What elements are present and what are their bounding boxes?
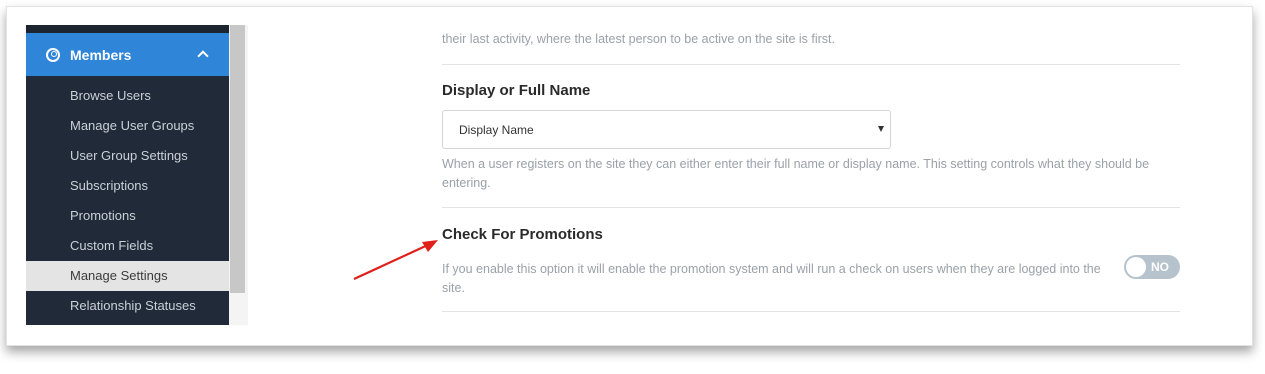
sidebar-menu: Members Browse Users Manage User Groups … bbox=[26, 25, 229, 325]
toggle-knob bbox=[1126, 257, 1146, 277]
promotions-setting-description: If you enable this option it will enable… bbox=[442, 262, 1101, 295]
display-name-select[interactable]: Display Name bbox=[442, 110, 891, 149]
toggle-state-label: NO bbox=[1151, 260, 1169, 274]
sidebar-top-strip bbox=[26, 25, 229, 33]
sidebar-item-browse-users[interactable]: Browse Users bbox=[26, 81, 229, 111]
display-name-setting-title: Display or Full Name bbox=[442, 82, 591, 99]
members-section-header[interactable]: Members bbox=[26, 33, 229, 76]
screenshot-card: Members Browse Users Manage User Groups … bbox=[6, 6, 1253, 346]
caret-down-icon bbox=[878, 126, 884, 132]
sidebar-item-promotions[interactable]: Promotions bbox=[26, 201, 229, 231]
display-name-select-value: Display Name bbox=[459, 122, 534, 137]
annotation-arrow-icon bbox=[353, 240, 438, 280]
admin-sidebar: Members Browse Users Manage User Groups … bbox=[26, 25, 248, 325]
section-divider bbox=[442, 64, 1180, 65]
section-divider bbox=[442, 207, 1180, 208]
promotions-toggle[interactable]: NO bbox=[1124, 255, 1180, 279]
sidebar-scrollbar-thumb[interactable] bbox=[230, 25, 245, 293]
chevron-up-icon[interactable] bbox=[197, 50, 209, 62]
sidebar-item-custom-fields[interactable]: Custom Fields bbox=[26, 231, 229, 261]
members-section-label: Members bbox=[70, 46, 132, 63]
previous-setting-description: their last activity, where the latest pe… bbox=[442, 32, 836, 46]
promotions-setting-title: Check For Promotions bbox=[442, 226, 603, 243]
user-circle-icon bbox=[46, 47, 60, 62]
display-name-setting-description: When a user registers on the site they c… bbox=[442, 157, 1150, 190]
sidebar-item-subscriptions[interactable]: Subscriptions bbox=[26, 171, 229, 201]
settings-panel: their last activity, where the latest pe… bbox=[442, 7, 1180, 345]
sidebar-item-manage-settings[interactable]: Manage Settings bbox=[26, 261, 229, 291]
sidebar-item-relationship-statuses[interactable]: Relationship Statuses bbox=[26, 291, 229, 321]
sidebar-item-user-group-settings[interactable]: User Group Settings bbox=[26, 141, 229, 171]
sidebar-item-manage-user-groups[interactable]: Manage User Groups bbox=[26, 111, 229, 141]
section-divider bbox=[442, 311, 1180, 312]
